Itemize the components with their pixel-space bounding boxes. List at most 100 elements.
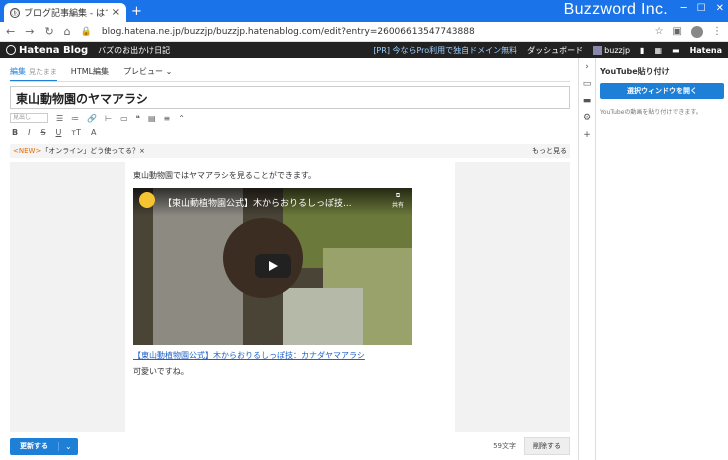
update-options-icon[interactable]: ⌄ <box>58 441 78 451</box>
format-toolbar-row2: B I S U тT A <box>12 128 96 137</box>
tool-rail: › ▭ ▬ ⚙ + <box>578 58 595 460</box>
window-controls[interactable]: ─ ☐ ✕ <box>681 3 724 14</box>
paragraph-2: 可愛いですね。 <box>133 367 189 376</box>
format-toolbar-row1: 見出し ☰ ≔ 🔗 ⊢ ▭ ❝ ▤ ≡ ⌃ <box>10 113 185 123</box>
collapse-toolbar-icon[interactable]: ⌃ <box>178 114 185 123</box>
extension-icon[interactable]: ▣ <box>673 26 682 38</box>
browser-tab[interactable]: ⓑ ブログ記事編集 - はてなブログ × <box>4 3 126 22</box>
paragraph-1: 東山動物園ではヤマアラシを見ることができます。 <box>133 171 317 180</box>
tab-wysiwyg[interactable]: 編集 見たまま <box>10 66 57 82</box>
youtube-embed[interactable]: 【東山動植物園公式】木からおりるしっぽ技... ⧉ 共有 <box>133 188 412 345</box>
close-tab-icon[interactable]: × <box>112 7 120 18</box>
browser-chrome: ⓑ ブログ記事編集 - はてなブログ × + Buzzword Inc. ─ ☐ ✕… <box>0 0 728 42</box>
menu-icon[interactable]: ⋮ <box>712 26 722 38</box>
hatena-blog-logo[interactable]: Hatena Blog <box>6 45 88 56</box>
font-size-icon[interactable]: тT <box>71 128 81 137</box>
gear-icon[interactable]: ⚙ <box>583 113 591 123</box>
read-more-icon[interactable]: ⊢ <box>105 114 112 123</box>
promo-link[interactable]: [PR] 今ならPro利用で独自ドメイン無料 <box>373 45 517 56</box>
channel-icon[interactable] <box>139 192 155 208</box>
new-badge: <NEW> <box>13 147 42 155</box>
tab-bar: ⓑ ブログ記事編集 - はてなブログ × + Buzzword Inc. ─ ☐ ✕ <box>0 0 728 22</box>
char-count: 59文字 <box>493 442 516 450</box>
dashboard-link[interactable]: ダッシュボード <box>527 45 583 56</box>
url-field[interactable]: blog.hatena.ne.jp/buzzjp/buzzjp.hatenabl… <box>102 27 645 37</box>
content-editor[interactable]: 東山動物園ではヤマアラシを見ることができます。 【東山動植物園公式】木からおりる… <box>10 162 570 432</box>
content-page[interactable]: 東山動物園ではヤマアラシを見ることができます。 【東山動植物園公式】木からおりる… <box>125 162 455 432</box>
text-color-icon[interactable]: A <box>91 128 96 137</box>
link-icon[interactable]: 🔗 <box>87 114 97 123</box>
update-button[interactable]: 更新する ⌄ <box>10 437 78 455</box>
folder-icon[interactable]: ▬ <box>583 96 592 106</box>
share-label: 共有 <box>391 202 404 209</box>
image-icon[interactable]: ▭ <box>120 114 128 123</box>
tab-title: ブログ記事編集 - はてなブログ <box>24 9 108 19</box>
strike-icon[interactable]: S <box>40 128 45 137</box>
minimize-icon[interactable]: ─ <box>681 3 687 14</box>
tip-text[interactable]: 「オンライン」どう使ってる？× <box>41 146 145 156</box>
browser-actions: ☆ ▣ ⋮ <box>655 25 722 38</box>
reload-icon[interactable]: ↻ <box>44 25 53 38</box>
tab-wysiwyg-sub: 見たまま <box>29 68 57 76</box>
address-bar: ← → ↻ ⌂ 🔒 blog.hatena.ne.jp/buzzjp/buzzj… <box>0 22 728 42</box>
window-close-icon[interactable]: ✕ <box>716 3 724 14</box>
header-icons: ▮ ▦ ▬ <box>640 46 680 55</box>
delete-button[interactable]: 削除する <box>524 437 570 455</box>
lock-icon[interactable]: 🔒 <box>81 27 92 37</box>
chevron-down-icon: ⌄ <box>165 67 173 76</box>
table-icon[interactable]: ▤ <box>148 114 156 123</box>
user-avatar <box>593 45 603 55</box>
divider <box>10 81 570 82</box>
bookmark-icon[interactable]: ▮ <box>640 46 644 55</box>
grid-icon[interactable]: ▦ <box>654 46 662 55</box>
comment-icon[interactable]: ▭ <box>583 79 592 89</box>
align-icon[interactable]: ≡ <box>164 114 171 123</box>
underline-icon[interactable]: U <box>56 128 62 137</box>
hatena-favicon-icon: ⓑ <box>10 7 20 18</box>
tab-wysiwyg-label: 編集 <box>10 67 26 76</box>
user-name: buzzjp <box>604 45 631 55</box>
logo-circle-icon <box>6 45 16 55</box>
news-tip: <NEW> 「オンライン」どう使ってる？× もっと見る <box>10 144 570 158</box>
video-title[interactable]: 【東山動植物園公式】木からおりるしっぽ技... <box>163 196 352 209</box>
panel-description: YouTubeの動画を貼り付けできます。 <box>600 109 702 116</box>
italic-icon[interactable]: I <box>28 128 30 137</box>
user-menu[interactable]: buzzjp <box>593 45 631 55</box>
bookmark-star-icon[interactable]: ☆ <box>655 26 664 38</box>
watermark: Buzzword Inc. <box>563 1 668 18</box>
editor-footer: 更新する ⌄ 59文字 削除する <box>10 436 570 456</box>
bullet-list-icon[interactable]: ☰ <box>56 114 63 123</box>
video-fence <box>283 288 363 345</box>
numbered-list-icon[interactable]: ≔ <box>71 114 79 123</box>
editor-area: 編集 見たまま HTML編集 プレビュー ⌄ 東山動物園のヤマアラシ 見出し ☰ … <box>0 58 578 460</box>
bold-icon[interactable]: B <box>12 128 18 137</box>
title-input[interactable]: 東山動物園のヤマアラシ <box>10 86 570 109</box>
hatena-header: Hatena Blog バズのお出かけ日記 [PR] 今ならPro利用で独自ドメ… <box>0 42 728 58</box>
plus-icon[interactable]: + <box>583 130 591 140</box>
share-icon[interactable]: ⧉ 共有 <box>392 192 404 209</box>
youtube-panel: YouTube貼り付け 選択ウィンドウを開く YouTubeの動画を貼り付けでき… <box>595 58 728 460</box>
maximize-icon[interactable]: ☐ <box>697 3 706 14</box>
update-label: 更新する <box>20 442 48 450</box>
profile-avatar[interactable] <box>691 25 703 38</box>
play-button-icon[interactable] <box>255 254 291 278</box>
panel-title: YouTube貼り付け <box>600 67 670 76</box>
new-tab-button[interactable]: + <box>131 4 142 19</box>
tab-preview[interactable]: プレビュー ⌄ <box>123 66 172 82</box>
tab-html[interactable]: HTML編集 <box>71 66 109 82</box>
back-icon[interactable]: ← <box>6 25 15 38</box>
quote-icon[interactable]: ❝ <box>136 114 140 123</box>
video-link[interactable]: 【東山動植物園公式】木からおりるしっぽ技：カナダヤマアラシ <box>133 350 365 361</box>
tab-preview-label: プレビュー <box>123 67 164 76</box>
heading-select[interactable]: 見出し <box>10 113 48 123</box>
home-icon[interactable]: ⌂ <box>64 25 71 38</box>
more-link[interactable]: もっと見る <box>532 146 567 156</box>
editor-tabs: 編集 見たまま HTML編集 プレビュー ⌄ <box>10 66 172 82</box>
collapse-panel-icon[interactable]: › <box>585 62 589 72</box>
blog-name[interactable]: バズのお出かけ日記 <box>98 45 170 56</box>
forward-icon[interactable]: → <box>25 25 34 38</box>
open-window-button[interactable]: 選択ウィンドウを開く <box>600 83 724 99</box>
hatena-link[interactable]: Hatena <box>690 46 722 55</box>
logo-text: Hatena Blog <box>19 44 89 56</box>
notification-icon[interactable]: ▬ <box>672 46 680 55</box>
